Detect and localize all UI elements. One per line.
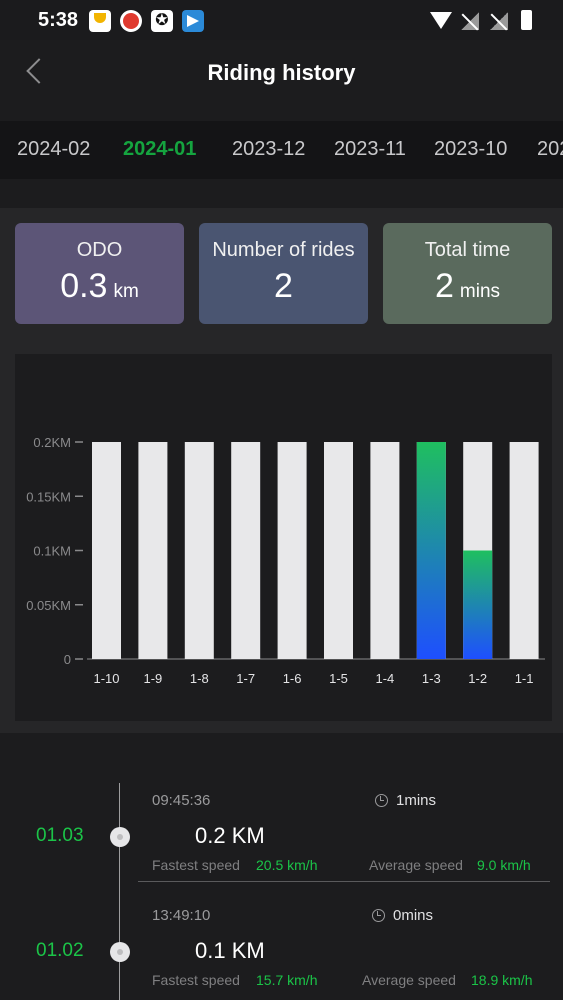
average-speed-value: 18.9 km/h [471,972,533,988]
odo-value-line: 0.3 km [15,267,184,306]
y-tick-label: 0.1KM [33,544,71,559]
tab-month[interactable]: 2024-02 [17,138,90,161]
app-icon [89,10,111,32]
bar-value [463,550,493,659]
rides-value: 2 [274,267,293,305]
x-tick-label: 1-10 [93,671,119,686]
x-tick-label: 1-1 [515,671,534,686]
battery-icon [521,10,532,30]
telegram-icon [182,10,204,32]
odo-label: ODO [76,239,123,261]
bar-background [92,442,121,659]
average-speed-label: Average speed [362,972,456,988]
x-tick-label: 1-9 [144,671,163,686]
x-tick-label: 1-5 [329,671,348,686]
bar-chart-svg: 0 0.05KM 0.1KM 0.15KM 0.2KM 1-10 1-9 1-8 1-7 1-6 1… [26,435,545,686]
fastest-speed-value: 20.5 km/h [256,857,318,873]
x-tick-label: 1-3 [422,671,441,686]
ride-duration: 0mins [393,907,434,924]
x-tick-label: 1-8 [190,671,209,686]
status-bar: 5:38 ✪ [0,0,563,40]
tab-month[interactable]: 202 [537,138,563,161]
time-label: Total time [424,239,511,261]
no-signal-icon [461,12,479,30]
rides-label: Number of rides [212,239,355,261]
y-tick-label: 0.2KM [33,435,71,450]
y-tick-label: 0 [64,652,71,667]
bar-background [277,442,307,659]
ride-duration: 1mins [396,792,437,809]
bar-background [324,442,353,659]
timeline-line [119,783,120,1000]
fastest-speed-label: Fastest speed [152,857,240,873]
fastest-speed-value: 15.7 km/h [256,972,318,988]
fastest-speed-label: Fastest speed [152,972,240,988]
time-value-line: 2 mins [383,267,552,306]
odo-unit: km [113,281,139,302]
x-tick-label: 1-2 [468,671,487,686]
x-tick-label: 1-6 [283,671,302,686]
clock-icon [372,909,385,922]
bar-background [509,442,539,659]
time-unit: mins [459,281,501,302]
odo-value: 0.3 [60,267,108,305]
app-header: Riding history [0,40,563,120]
ride-separator [138,881,550,882]
page-title: Riding history [207,60,356,85]
ride-date: 01.03 [36,825,84,846]
no-signal-icon [490,12,508,30]
bar-background [138,442,168,659]
status-time: 5:38 [38,9,79,31]
wifi-icon [430,12,452,29]
ride-distance: 0.2 KM [195,823,265,848]
x-tick-label: 1-4 [376,671,395,686]
odo-card: ODO 0.3 km [15,223,184,324]
app-icon [120,10,142,32]
ride-date: 01.02 [36,940,84,961]
distance-chart: 0 0.05KM 0.1KM 0.15KM 0.2KM 1-10 1-9 1-8 1-7 1-6 1… [15,354,552,721]
bar-background [370,442,400,659]
time-value: 2 [434,267,454,305]
average-speed-label: Average speed [369,857,463,873]
tab-month[interactable]: 2023-10 [434,138,507,161]
bar-background [184,442,214,659]
timeline-dot [110,827,130,847]
rides-card: Number of rides 2 [199,223,368,324]
month-tabs[interactable]: 2024-02 2024-01 2023-12 2023-11 2023-10 … [0,121,563,179]
x-tick-label: 1-7 [236,671,255,686]
tab-month[interactable]: 2023-11 [334,138,406,161]
y-tick-label: 0.15KM [26,489,71,504]
tab-month-active[interactable]: 2024-01 [123,138,196,161]
bar-background [231,442,261,659]
app-icon: ✪ [151,10,173,32]
clock-icon [375,794,388,807]
timeline-dot [110,942,130,962]
ride-start-time: 13:49:10 [152,907,211,924]
ride-start-time: 09:45:36 [152,792,211,809]
ride-distance: 0.1 KM [195,938,265,963]
time-card: Total time 2 mins [383,223,552,324]
y-tick-label: 0.05KM [26,598,71,613]
tab-month[interactable]: 2023-12 [232,138,305,161]
average-speed-value: 9.0 km/h [477,857,531,873]
bar-value [416,442,446,659]
